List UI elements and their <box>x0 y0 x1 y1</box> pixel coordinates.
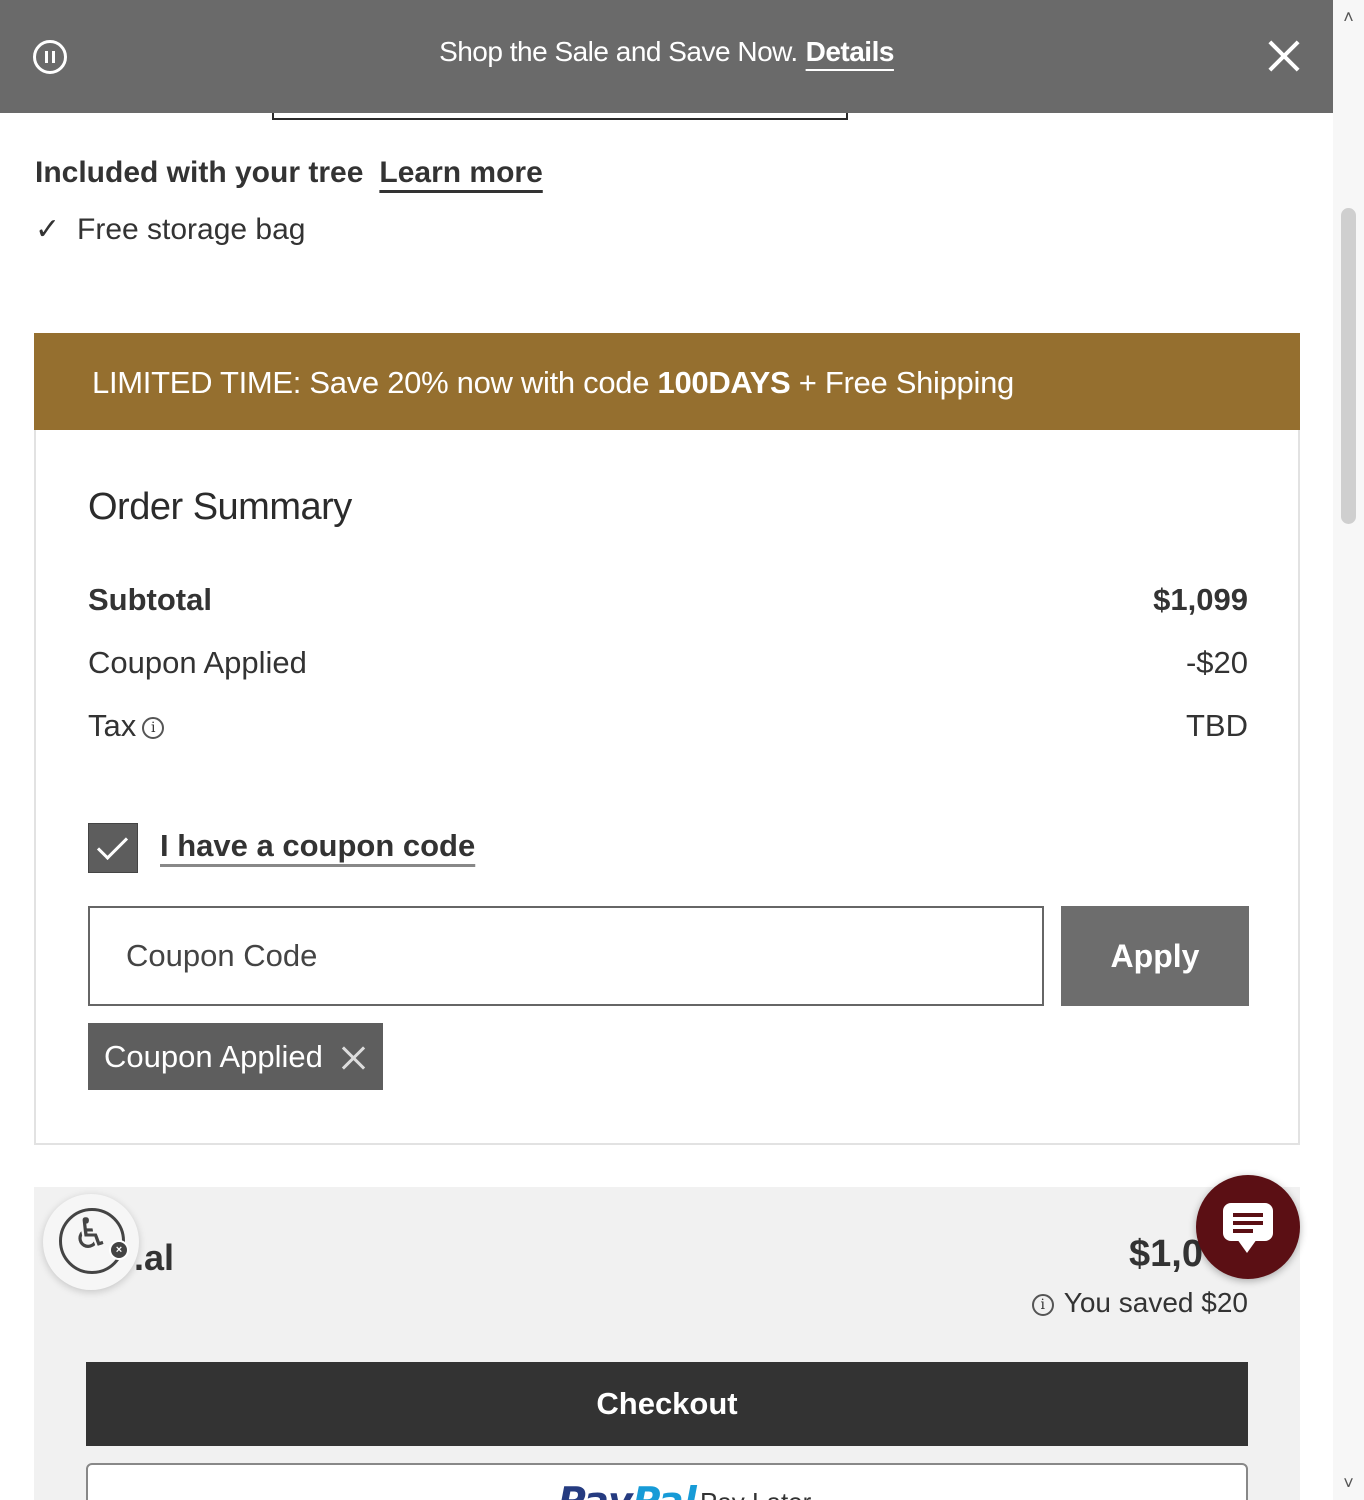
scroll-down-icon[interactable]: ˅ <box>1333 1468 1364 1498</box>
scrollbar-thumb[interactable] <box>1341 208 1356 524</box>
tax-row: Tax i TBD <box>88 708 1248 744</box>
total-section: .al $1,0 i You saved $20 Checkout PayPal … <box>34 1187 1300 1500</box>
subtotal-value: $1,099 <box>1153 582 1248 617</box>
banner-prefix: LIMITED TIME: Save 20% now with code <box>92 365 658 400</box>
coupon-applied-chip: Coupon Applied <box>88 1023 383 1090</box>
paypal-logo-pal: Pal <box>633 1479 697 1500</box>
learn-more-link[interactable]: Learn more <box>379 156 542 189</box>
chat-icon <box>1223 1203 1273 1253</box>
coupon-label: Coupon Applied <box>88 645 307 680</box>
chat-icon-line <box>1233 1229 1253 1233</box>
coupon-code-input[interactable] <box>88 906 1044 1006</box>
apply-button[interactable]: Apply <box>1061 906 1249 1006</box>
included-item: ✓ Free storage bag <box>35 212 305 247</box>
coupon-value: -$20 <box>1185 645 1248 680</box>
coupon-row: Coupon Applied -$20 <box>88 645 1248 681</box>
scroll-up-icon[interactable]: ˄ <box>1333 2 1364 32</box>
promo-message: Shop the Sale and Save Now. <box>439 36 798 67</box>
chat-icon-line <box>1233 1221 1263 1225</box>
paypal-logo-pay: Pay <box>558 1479 633 1500</box>
page-scrollbar[interactable]: ˄ ˅ <box>1333 0 1364 1500</box>
banner-code: 100DAYS <box>657 365 791 400</box>
coupon-chip-label: Coupon Applied <box>104 1039 323 1074</box>
chat-icon-line <box>1233 1213 1263 1217</box>
paypal-pay-later-label: Pay Later <box>700 1487 811 1500</box>
close-icon[interactable] <box>1266 38 1302 74</box>
included-title: Included with your tree <box>35 156 364 189</box>
banner-suffix: + Free Shipping <box>790 365 1015 400</box>
promo-bar: Shop the Sale and Save Now. Details <box>0 0 1333 113</box>
included-header: Included with your tree Learn more <box>35 156 543 190</box>
savings-note: i You saved $20 <box>1031 1287 1248 1319</box>
coupon-checkbox-label[interactable]: I have a coupon code <box>160 828 475 864</box>
chat-widget-button[interactable] <box>1196 1175 1300 1279</box>
coupon-checkbox[interactable] <box>88 823 138 873</box>
info-icon[interactable]: i <box>142 716 165 739</box>
savings-text: You saved $20 <box>1063 1287 1248 1318</box>
remove-coupon-icon[interactable] <box>341 1045 367 1071</box>
tax-value: TBD <box>1186 708 1248 743</box>
order-summary: Order Summary Subtotal $1,099 Coupon App… <box>34 430 1300 1145</box>
checkmark-icon: ✓ <box>35 213 61 246</box>
promo-text: Shop the Sale and Save Now. Details <box>0 36 1333 68</box>
paypal-pay-later-button[interactable]: PayPal Pay Later <box>86 1463 1248 1500</box>
info-icon[interactable]: i <box>1031 1293 1054 1316</box>
total-value: $1,0 <box>1129 1233 1203 1275</box>
order-summary-title: Order Summary <box>88 486 352 528</box>
included-item-label: Free storage bag <box>77 213 306 246</box>
tax-label: Tax <box>88 708 137 743</box>
subtotal-label: Subtotal <box>88 582 212 617</box>
paypal-logo: PayPal <box>558 1479 697 1500</box>
close-badge-icon[interactable]: × <box>109 1240 129 1260</box>
total-label: .al <box>134 1237 175 1278</box>
details-link[interactable]: Details <box>806 36 895 67</box>
limited-time-banner: LIMITED TIME: Save 20% now with code 100… <box>34 333 1300 430</box>
checkout-button[interactable]: Checkout <box>86 1362 1248 1446</box>
accessibility-widget-button[interactable]: ♿ × <box>43 1194 139 1290</box>
subtotal-row: Subtotal $1,099 <box>88 582 1248 618</box>
